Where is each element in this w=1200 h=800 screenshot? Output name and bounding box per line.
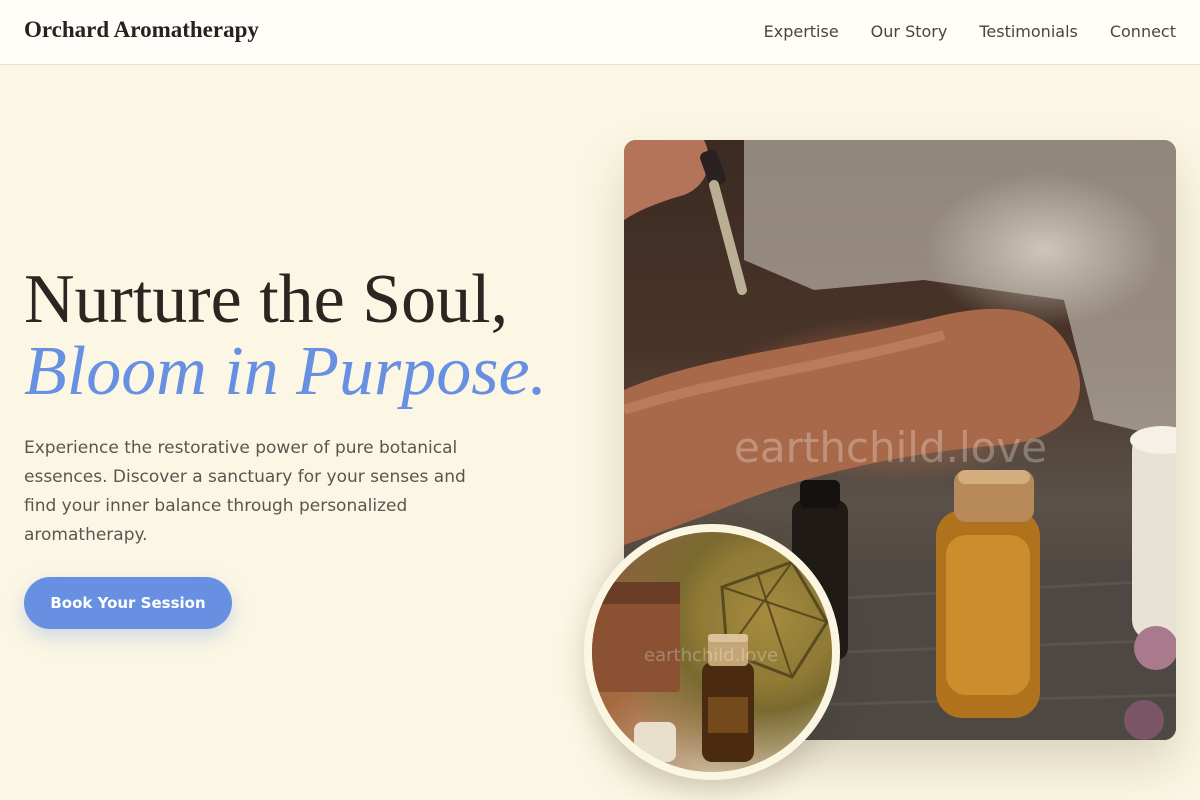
hero-description: Experience the restorative power of pure… bbox=[24, 438, 466, 545]
site-header: Orchard Aromatherapy Expertise Our Story… bbox=[0, 0, 1200, 65]
brand-logo[interactable]: Orchard Aromatherapy bbox=[24, 17, 259, 43]
hero-title-line1: Nurture the Soul, bbox=[24, 261, 509, 338]
nav-link-connect[interactable]: Connect bbox=[1110, 22, 1176, 41]
main-nav: Expertise Our Story Testimonials Connect bbox=[764, 22, 1176, 41]
nav-link-our-story[interactable]: Our Story bbox=[871, 22, 948, 41]
nav-link-expertise[interactable]: Expertise bbox=[764, 22, 839, 41]
hero-title-line2: Bloom in Purpose. bbox=[24, 333, 548, 410]
inset-circle-photo: earthchild.love bbox=[584, 524, 840, 780]
book-session-button[interactable]: Book Your Session bbox=[24, 577, 232, 629]
inset-photo-watermark: earthchild.love bbox=[644, 645, 779, 666]
nav-link-testimonials[interactable]: Testimonials bbox=[979, 22, 1078, 41]
main-photo-watermark: earthchild.love bbox=[734, 423, 1048, 472]
hero-title: Nurture the Soul, Bloom in Purpose. bbox=[24, 264, 604, 408]
